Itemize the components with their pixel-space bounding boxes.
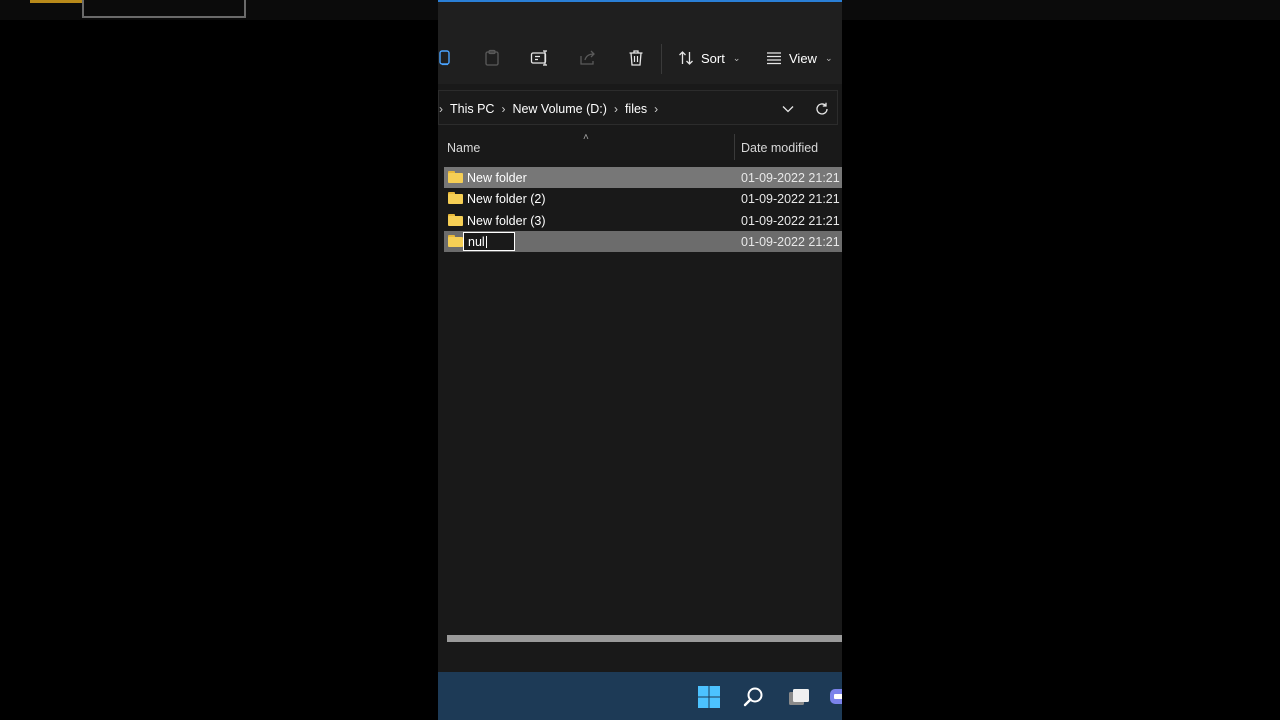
view-list-icon xyxy=(767,52,781,65)
list-item[interactable]: New folder (2) 01-09-2022 21:21 xyxy=(444,188,842,209)
view-button[interactable]: View ⌄ xyxy=(766,46,833,70)
folder-icon xyxy=(448,213,463,226)
file-list: New folder 01-09-2022 21:21 New folder (… xyxy=(444,167,842,253)
list-item[interactable]: New folder (3) 01-09-2022 21:21 xyxy=(444,210,842,231)
rename-value: nul xyxy=(468,235,485,250)
list-item[interactable]: New folder 01-09-2022 21:21 xyxy=(444,167,842,188)
horizontal-scrollbar[interactable] xyxy=(447,635,842,642)
refresh-icon[interactable] xyxy=(812,99,832,119)
column-header-row: Name ˄ Date modified xyxy=(438,132,842,162)
chevron-right-icon: › xyxy=(439,102,443,116)
sort-label: Sort xyxy=(701,50,725,66)
chevron-right-icon[interactable]: › xyxy=(614,102,618,116)
paste-icon[interactable] xyxy=(480,46,504,70)
breadcrumb: › This PC › New Volume (D:) › files › xyxy=(439,100,665,118)
column-divider[interactable] xyxy=(734,134,735,160)
item-name: New folder (3) xyxy=(467,213,546,228)
sort-ascending-icon: ˄ xyxy=(583,132,589,143)
background-rename-box xyxy=(82,0,246,18)
view-label: View xyxy=(789,50,817,66)
item-date: 01-09-2022 21:21 xyxy=(741,171,840,185)
list-item[interactable]: nul 01-09-2022 21:21 xyxy=(444,231,842,253)
breadcrumb-item-this-pc[interactable]: This PC xyxy=(450,102,494,116)
search-icon[interactable] xyxy=(741,684,767,710)
chevron-down-icon: ⌄ xyxy=(732,52,741,63)
background-video-blur-left xyxy=(0,0,438,20)
teams-chat-icon[interactable] xyxy=(826,684,842,710)
text-cursor xyxy=(485,236,487,249)
command-bar: Sort ⌄ View ⌄ xyxy=(438,32,842,84)
history-dropdown-icon[interactable] xyxy=(778,99,798,119)
column-header-name[interactable]: Name xyxy=(447,141,480,155)
chevron-down-icon: ⌄ xyxy=(824,52,833,63)
folder-icon xyxy=(448,171,463,183)
item-name: New folder xyxy=(467,171,527,185)
chevron-right-icon[interactable]: › xyxy=(654,102,658,116)
address-bar[interactable]: › This PC › New Volume (D:) › files › xyxy=(438,90,838,125)
toolbar-separator xyxy=(661,44,662,74)
folder-icon xyxy=(448,192,463,205)
share-icon[interactable] xyxy=(576,46,600,70)
item-name: New folder (2) xyxy=(467,192,546,207)
breadcrumb-item-files[interactable]: files xyxy=(625,102,647,116)
background-video-blur-right xyxy=(842,0,1280,20)
copy-icon[interactable] xyxy=(438,46,457,70)
sort-arrows-icon xyxy=(679,51,693,65)
sort-button[interactable]: Sort ⌄ xyxy=(678,46,740,70)
windows-start-icon[interactable] xyxy=(696,684,722,710)
item-date: 01-09-2022 21:21 xyxy=(741,213,840,228)
task-view-icon[interactable] xyxy=(786,684,812,710)
breadcrumb-item-new-volume[interactable]: New Volume (D:) xyxy=(512,102,606,116)
background-folder-chip xyxy=(30,0,82,3)
file-explorer-window: Sort ⌄ View ⌄ › This PC › New Volume (D:… xyxy=(438,0,842,720)
item-date: 01-09-2022 21:21 xyxy=(741,235,840,250)
item-date: 01-09-2022 21:21 xyxy=(741,192,840,207)
rename-icon[interactable] xyxy=(528,46,552,70)
taskbar xyxy=(438,672,842,720)
folder-icon xyxy=(448,235,463,248)
column-header-date-modified[interactable]: Date modified xyxy=(741,141,818,155)
chevron-right-icon[interactable]: › xyxy=(501,102,505,116)
rename-input[interactable]: nul xyxy=(463,232,515,252)
title-bar xyxy=(438,2,842,32)
delete-icon[interactable] xyxy=(624,46,648,70)
